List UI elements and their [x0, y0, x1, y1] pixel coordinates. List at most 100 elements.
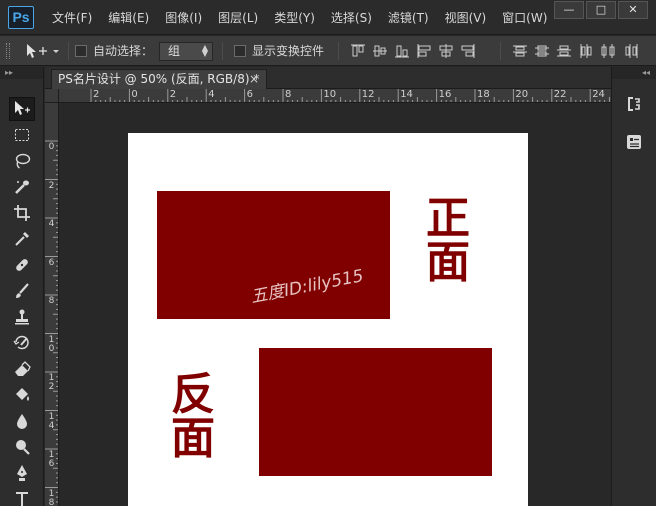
tool-preset-picker[interactable] — [24, 42, 64, 60]
options-bar: 自动选择： 组 ▲ ▼ 显示变换控件 — [0, 36, 656, 66]
ruler-label: 22 — [553, 89, 567, 100]
ruler-label: 2 — [93, 89, 100, 100]
paint-bucket-tool-button[interactable] — [9, 383, 35, 407]
document-canvas[interactable]: 正面 反面 五度ID:lily515 — [128, 133, 528, 506]
ruler-label: 24 — [592, 89, 605, 100]
options-bar-grip[interactable] — [6, 43, 10, 59]
align-top-edges-icon[interactable] — [350, 44, 366, 58]
blur-tool-icon — [17, 414, 27, 429]
ruler-label: 18 — [477, 89, 490, 100]
pen-tool-button[interactable] — [9, 461, 35, 485]
move-tool-icon — [15, 101, 30, 115]
distribute-right-icon[interactable] — [624, 44, 640, 58]
move-tool-button[interactable] — [9, 97, 35, 121]
close-window-button[interactable]: ✕ — [618, 1, 648, 19]
canvas-area[interactable]: 正面 反面 五度ID:lily515 — [59, 104, 611, 506]
auto-select-target-dropdown[interactable]: 组 ▲ ▼ — [159, 42, 213, 61]
tools-panel-collapse[interactable]: ▸▸ — [0, 67, 43, 79]
minimize-button[interactable]: — — [554, 1, 584, 19]
pen-tool-icon — [17, 465, 27, 481]
blur-tool-button[interactable] — [9, 409, 35, 433]
ruler-label: 10 — [323, 89, 337, 100]
align-vertical-centers-icon[interactable] — [372, 44, 388, 58]
menu-image[interactable]: 图像(I) — [157, 9, 210, 27]
menu-layer[interactable]: 图层(L) — [210, 9, 266, 27]
distribute-vertical-centers-icon[interactable] — [534, 44, 550, 58]
document-tab-title: PS名片设计 @ 50% (反面, RGB/8) * — [58, 72, 260, 86]
move-tool-icon — [27, 44, 59, 58]
ruler-label: 2 — [48, 180, 55, 191]
ruler-label: 14 — [400, 89, 413, 100]
type-tool-button[interactable] — [9, 487, 35, 506]
ruler-label: 4 — [208, 89, 215, 100]
panel-dock: ◂◂ — [611, 67, 656, 506]
vertical-ruler[interactable]: 0 2 4 6 8 10 12 14 16 18 — [45, 103, 59, 506]
dodge-tool-button[interactable] — [9, 435, 35, 459]
history-brush-tool-button[interactable] — [9, 331, 35, 355]
menu-filter[interactable]: 滤镜(T) — [380, 9, 437, 27]
properties-panel-button[interactable] — [623, 131, 645, 153]
distribute-horizontal-centers-icon[interactable] — [600, 44, 616, 58]
eyedropper-tool-button[interactable] — [9, 227, 35, 251]
ruler-label: 14 — [48, 411, 55, 431]
document-tab-strip: PS名片设计 @ 50% (反面, RGB/8) * × — [45, 67, 611, 89]
align-horizontal-centers-icon[interactable] — [438, 44, 454, 58]
options-separator — [222, 42, 223, 60]
menu-select[interactable]: 选择(S) — [323, 9, 380, 27]
menu-file[interactable]: 文件(F) — [44, 9, 100, 27]
horizontal-ruler[interactable]: 2 0 2 4 6 8 10 12 14 16 18 20 22 24 — [59, 89, 611, 103]
menu-window[interactable]: 窗口(W) — [494, 9, 555, 27]
ruler-origin[interactable] — [45, 89, 59, 103]
ruler-label: 16 — [438, 89, 452, 100]
updown-arrow-icon: ▲ ▼ — [201, 43, 208, 58]
ruler-label: 10 — [48, 334, 55, 354]
auto-select-checkbox[interactable] — [75, 45, 87, 57]
ruler-label: 8 — [48, 296, 55, 306]
distribute-top-icon[interactable] — [512, 44, 528, 58]
ruler-label: 0 — [48, 142, 55, 152]
close-tab-icon[interactable]: × — [249, 70, 259, 88]
quick-select-tool-button[interactable] — [9, 175, 35, 199]
distribute-left-icon[interactable] — [578, 44, 594, 58]
back-card-shape[interactable] — [259, 348, 492, 476]
photoshop-logo: Ps — [8, 6, 34, 29]
show-transform-checkbox[interactable] — [234, 45, 246, 57]
document-window: PS名片设计 @ 50% (反面, RGB/8) * × 2 0 2 4 6 8 10 12 1… — [45, 67, 611, 506]
history-panel-button[interactable] — [623, 93, 645, 115]
front-label[interactable]: 正面 — [426, 197, 470, 285]
history-panel-icon — [628, 97, 640, 111]
back-label[interactable]: 反面 — [171, 373, 215, 461]
ruler-label: 0 — [131, 89, 138, 100]
brush-tool-button[interactable] — [9, 279, 35, 303]
align-left-edges-icon[interactable] — [416, 44, 432, 58]
align-right-edges-icon[interactable] — [460, 44, 476, 58]
main-menu: 文件(F) 编辑(E) 图像(I) 图层(L) 类型(Y) 选择(S) 滤镜(T… — [44, 9, 555, 27]
menu-type[interactable]: 类型(Y) — [266, 9, 323, 27]
ruler-label: 12 — [48, 373, 55, 392]
properties-panel-icon — [627, 135, 641, 149]
window-controls: — □ ✕ — [554, 1, 648, 19]
ruler-label: 12 — [361, 89, 375, 100]
eyedropper-tool-icon — [15, 232, 29, 246]
ruler-label: 8 — [285, 89, 292, 100]
crop-tool-icon — [14, 205, 30, 221]
show-transform-label: 显示变换控件 — [252, 44, 325, 58]
eraser-tool-button[interactable] — [9, 357, 35, 381]
lasso-tool-button[interactable] — [9, 149, 35, 173]
menu-view[interactable]: 视图(V) — [437, 9, 495, 27]
lasso-tool-icon — [15, 153, 31, 169]
panel-dock-expand[interactable]: ◂◂ — [612, 67, 656, 79]
crop-tool-button[interactable] — [9, 201, 35, 225]
dodge-tool-icon — [16, 440, 30, 455]
menu-edit[interactable]: 编辑(E) — [100, 9, 157, 27]
document-tab[interactable]: PS名片设计 @ 50% (反面, RGB/8) * × — [51, 69, 267, 89]
marquee-tool-button[interactable] — [9, 123, 35, 147]
maximize-button[interactable]: □ — [586, 1, 616, 19]
align-bottom-edges-icon[interactable] — [394, 44, 410, 58]
distribute-bottom-icon[interactable] — [556, 44, 572, 58]
ruler-label: 18 — [48, 488, 55, 506]
options-separator — [68, 42, 69, 60]
clone-stamp-tool-button[interactable] — [9, 305, 35, 329]
healing-brush-tool-button[interactable] — [9, 253, 35, 277]
ruler-label: 6 — [246, 89, 253, 100]
